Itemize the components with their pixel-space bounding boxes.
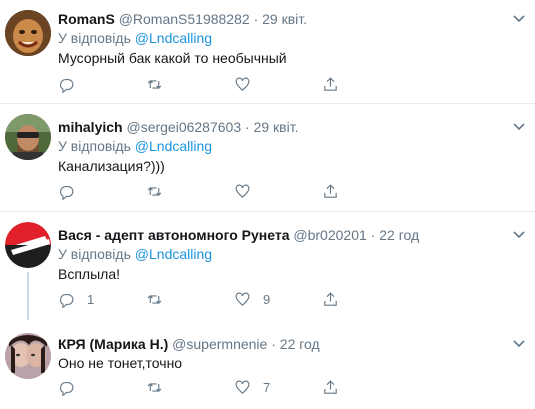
chevron-down-icon[interactable] bbox=[513, 122, 525, 132]
separator-dot: · bbox=[271, 336, 276, 352]
user-handle[interactable]: @sergei06287603 bbox=[126, 119, 241, 135]
tweet-header: Вася - адепт автономного Рунета @br02020… bbox=[58, 225, 419, 245]
reply-context: У відповідь @Lndcalling bbox=[58, 28, 212, 48]
tweet-actions bbox=[58, 181, 358, 201]
retweet-button[interactable] bbox=[146, 181, 163, 201]
reply-button[interactable] bbox=[58, 74, 87, 94]
like-count: 9 bbox=[263, 291, 271, 307]
timestamp[interactable]: 29 квіт. bbox=[254, 119, 299, 135]
avatar[interactable] bbox=[5, 333, 51, 379]
share-button[interactable] bbox=[322, 289, 339, 309]
user-handle[interactable]: @supermnenie bbox=[172, 336, 267, 352]
reply-icon bbox=[58, 379, 75, 396]
separator-dot: · bbox=[253, 11, 259, 27]
like-icon bbox=[234, 183, 251, 200]
reply-mention-link[interactable]: @Lndcalling bbox=[135, 138, 212, 154]
tweet-item[interactable]: КРЯ (Марика Н.) @supermnenie · 22 год Он… bbox=[0, 320, 535, 409]
timestamp[interactable]: 29 квіт. bbox=[262, 11, 307, 27]
avatar[interactable] bbox=[5, 222, 51, 268]
chevron-down-icon[interactable] bbox=[513, 230, 525, 240]
like-count: 7 bbox=[263, 379, 271, 395]
reply-prefix: У відповідь bbox=[58, 30, 131, 46]
reply-button[interactable] bbox=[58, 181, 87, 201]
retweet-icon bbox=[146, 183, 163, 200]
reply-mention-link[interactable]: @Lndcalling bbox=[135, 246, 212, 262]
separator-dot: · bbox=[245, 119, 250, 135]
user-handle[interactable]: @RomanS51988282 bbox=[119, 11, 250, 27]
share-icon bbox=[322, 379, 339, 396]
retweet-icon bbox=[146, 379, 163, 396]
share-icon bbox=[322, 183, 339, 200]
like-button[interactable]: 9 bbox=[234, 289, 270, 309]
like-icon bbox=[234, 76, 251, 93]
separator-dot: · bbox=[370, 227, 376, 243]
reply-icon bbox=[58, 183, 75, 200]
tweet-actions: 1 9 bbox=[58, 289, 358, 309]
chevron-down-icon[interactable] bbox=[513, 339, 525, 349]
avatar[interactable] bbox=[5, 114, 51, 160]
retweet-button[interactable] bbox=[146, 377, 163, 397]
chevron-down-icon[interactable] bbox=[513, 14, 525, 24]
like-icon bbox=[234, 379, 251, 396]
share-icon bbox=[322, 291, 339, 308]
display-name[interactable]: КРЯ (Марика Н.) bbox=[58, 336, 168, 352]
reply-prefix: У відповідь bbox=[58, 246, 131, 262]
retweet-icon bbox=[146, 291, 163, 308]
reply-mention-link[interactable]: @Lndcalling bbox=[135, 30, 212, 46]
tweet-actions: 7 bbox=[58, 377, 358, 397]
like-button[interactable]: 7 bbox=[234, 377, 270, 397]
reply-button[interactable]: 1 bbox=[58, 289, 94, 309]
share-icon bbox=[322, 76, 339, 93]
reply-icon bbox=[58, 76, 75, 93]
reply-prefix: У відповідь bbox=[58, 138, 131, 154]
timestamp[interactable]: 22 год bbox=[280, 336, 320, 352]
display-name[interactable]: mihalyich bbox=[58, 119, 123, 135]
user-handle[interactable]: @br020201 bbox=[293, 227, 366, 243]
reply-button[interactable] bbox=[58, 377, 87, 397]
tweet-text: Канализация?))) bbox=[58, 158, 165, 174]
thread-line bbox=[27, 272, 29, 320]
like-button[interactable] bbox=[234, 74, 263, 94]
tweet-item[interactable]: mihalyich @sergei06287603 · 29 квіт. У в… bbox=[0, 104, 535, 211]
share-button[interactable] bbox=[322, 181, 339, 201]
like-icon bbox=[234, 291, 251, 308]
reply-icon bbox=[58, 291, 75, 308]
tweet-item[interactable]: RomanS @RomanS51988282 · 29 квіт. У відп… bbox=[0, 0, 535, 103]
retweet-button[interactable] bbox=[146, 289, 163, 309]
tweet-actions bbox=[58, 74, 358, 94]
tweet-text: Всплыла! bbox=[58, 266, 120, 282]
timestamp[interactable]: 22 год bbox=[379, 227, 419, 243]
like-button[interactable] bbox=[234, 181, 263, 201]
tweet-text: Оно не тонет,точно bbox=[58, 355, 183, 371]
share-button[interactable] bbox=[322, 377, 339, 397]
reply-count: 1 bbox=[87, 291, 95, 307]
reply-context: У відповідь @Lndcalling bbox=[58, 244, 212, 264]
reply-context: У відповідь @Lndcalling bbox=[58, 136, 212, 156]
tweet-header: mihalyich @sergei06287603 · 29 квіт. bbox=[58, 117, 298, 137]
tweet-header: RomanS @RomanS51988282 · 29 квіт. bbox=[58, 9, 307, 29]
tweet-header: КРЯ (Марика Н.) @supermnenie · 22 год bbox=[58, 334, 320, 354]
avatar[interactable] bbox=[5, 10, 51, 56]
display-name[interactable]: Вася - адепт автономного Рунета bbox=[58, 227, 290, 243]
display-name[interactable]: RomanS bbox=[58, 11, 115, 27]
share-button[interactable] bbox=[322, 74, 339, 94]
retweet-icon bbox=[146, 76, 163, 93]
tweet-text: Мусорный бак какой то необычный bbox=[58, 50, 287, 66]
retweet-button[interactable] bbox=[146, 74, 163, 94]
tweet-item[interactable]: Вася - адепт автономного Рунета @br02020… bbox=[0, 212, 535, 320]
